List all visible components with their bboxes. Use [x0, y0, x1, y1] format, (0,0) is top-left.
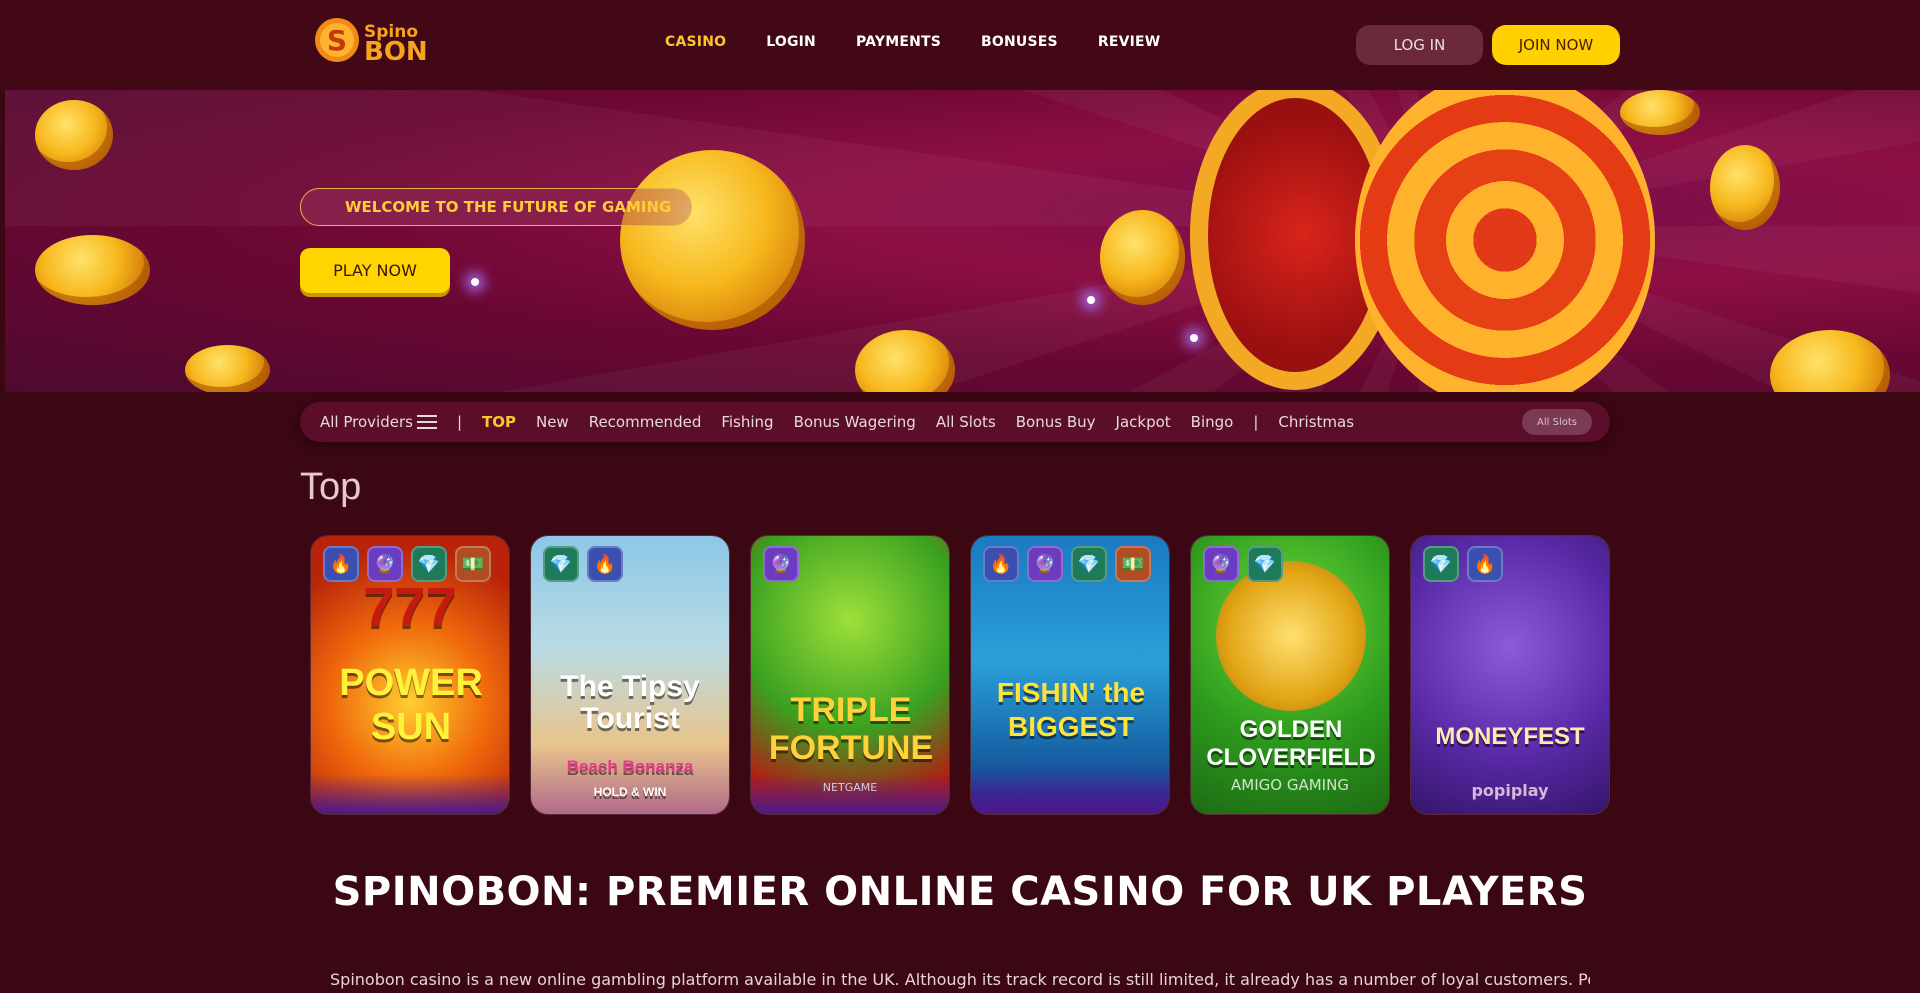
filter-top[interactable]: TOP: [482, 413, 516, 431]
all-providers-dropdown[interactable]: All Providers: [320, 413, 437, 431]
game-provider: AMIGO GAMING: [1231, 776, 1349, 794]
orb-icon: 🔮: [763, 546, 799, 582]
log-in-button[interactable]: LOG IN: [1356, 25, 1483, 65]
cash-icon: 💵: [455, 546, 491, 582]
filter-christmas[interactable]: Christmas: [1278, 413, 1354, 431]
orb-icon: 🔮: [1203, 546, 1239, 582]
gem-icon: 💎: [1423, 546, 1459, 582]
filter-bonus-wagering[interactable]: Bonus Wagering: [794, 413, 916, 431]
nav-payments[interactable]: PAYMENTS: [856, 34, 941, 50]
filter-new[interactable]: New: [536, 413, 569, 431]
horseshoe-coin-icon: [1216, 561, 1366, 711]
game-title: TRIPLE FORTUNE: [768, 691, 934, 767]
cash-icon: 💵: [1115, 546, 1151, 582]
fire-icon: 🔥: [1467, 546, 1503, 582]
game-title: The Tipsy Tourist: [560, 670, 700, 735]
site-header: S Spino BON CASINO LOGIN PAYMENTS BONUSE…: [0, 0, 1920, 90]
game-tag: HOLD & WIN: [593, 785, 667, 799]
game-title: FISHIN' the BIGGEST: [996, 677, 1146, 742]
coin-decoration: [35, 100, 113, 170]
spinobon-logo[interactable]: S Spino BON: [312, 14, 428, 67]
article-heading: SPINOBON: PREMIER ONLINE CASINO FOR UK P…: [332, 869, 1588, 915]
game-card-moneyfest[interactable]: 💎 🔥 MONEYFEST popiplay: [1410, 535, 1610, 815]
menu-icon: [416, 415, 437, 429]
filter-fishing[interactable]: Fishing: [721, 413, 773, 431]
coin-decoration: [855, 330, 955, 392]
game-card-fishin-the-biggest[interactable]: 🔥 🔮 💎 💵 FISHIN' the BIGGEST: [970, 535, 1170, 815]
main-nav: CASINO LOGIN PAYMENTS BONUSES REVIEW: [665, 34, 1160, 50]
game-card-tipsy-tourist[interactable]: 💎 🔥 The Tipsy Tourist Beach Bonanza HOLD…: [530, 535, 730, 815]
join-now-button[interactable]: JOIN NOW: [1492, 25, 1620, 65]
all-providers-label: All Providers: [320, 413, 413, 431]
category-filter-bar: All Providers | TOP New Recommended Fish…: [300, 402, 1610, 442]
spiral-sign-decoration: [1355, 90, 1655, 392]
filter-separator: |: [1253, 413, 1259, 431]
game-provider: popiplay: [1471, 781, 1549, 800]
filter-separator: |: [456, 413, 462, 431]
orb-icon: 🔮: [1027, 546, 1063, 582]
sparkle-decoration: [1087, 296, 1095, 304]
filter-all-slots[interactable]: All Slots: [936, 413, 996, 431]
game-card-777: 777: [363, 575, 457, 638]
filter-jackpot[interactable]: Jackpot: [1116, 413, 1171, 431]
gem-icon: 💎: [1247, 546, 1283, 582]
game-card-triple-fortune[interactable]: 🔮 TRIPLE FORTUNE NETGAME: [750, 535, 950, 815]
section-title: Top: [300, 466, 362, 508]
nav-login[interactable]: LOGIN: [766, 34, 816, 50]
filter-bonus-buy[interactable]: Bonus Buy: [1016, 413, 1096, 431]
coin-decoration: [35, 235, 150, 305]
logo-text-bon: BON: [364, 37, 428, 67]
coin-decoration: [1710, 145, 1780, 230]
game-card-golden-cloverfield[interactable]: 🔮 💎 GOLDEN CLOVERFIELD AMIGO GAMING: [1190, 535, 1390, 815]
welcome-pill: WELCOME TO THE FUTURE OF GAMING: [300, 188, 692, 226]
coin-decoration: [1770, 330, 1890, 392]
article-intro: Spinobon casino is a new online gambling…: [330, 970, 1590, 989]
game-title: GOLDEN CLOVERFIELD: [1206, 716, 1376, 771]
logo-icon: S: [315, 18, 359, 62]
nav-casino[interactable]: CASINO: [665, 34, 726, 50]
game-title: POWER SUN: [339, 662, 483, 748]
hero-banner: [5, 90, 1920, 392]
game-provider: NETGAME: [822, 781, 878, 794]
sparkle-decoration: [471, 278, 479, 286]
gem-icon: 💎: [1071, 546, 1107, 582]
fire-icon: 🔥: [323, 546, 359, 582]
gem-icon: 💎: [543, 546, 579, 582]
coin-decoration: [620, 150, 805, 330]
game-card-power-sun[interactable]: 🔥 🔮 💎 💵 777 POWER SUN: [310, 535, 510, 815]
coin-decoration: [1100, 210, 1185, 305]
all-slots-pill[interactable]: All Slots: [1522, 409, 1592, 435]
coin-decoration: [1620, 90, 1700, 135]
nav-bonuses[interactable]: BONUSES: [981, 34, 1058, 50]
fire-icon: 🔥: [587, 546, 623, 582]
nav-review[interactable]: REVIEW: [1098, 34, 1161, 50]
sparkle-decoration: [1190, 334, 1198, 342]
coin-decoration: [185, 345, 270, 392]
play-now-button[interactable]: PLAY NOW: [300, 248, 450, 293]
fire-icon: 🔥: [983, 546, 1019, 582]
filter-recommended[interactable]: Recommended: [589, 413, 702, 431]
game-title: MONEYFEST: [1435, 723, 1585, 750]
filter-bingo[interactable]: Bingo: [1191, 413, 1234, 431]
svg-text:S: S: [327, 24, 347, 57]
